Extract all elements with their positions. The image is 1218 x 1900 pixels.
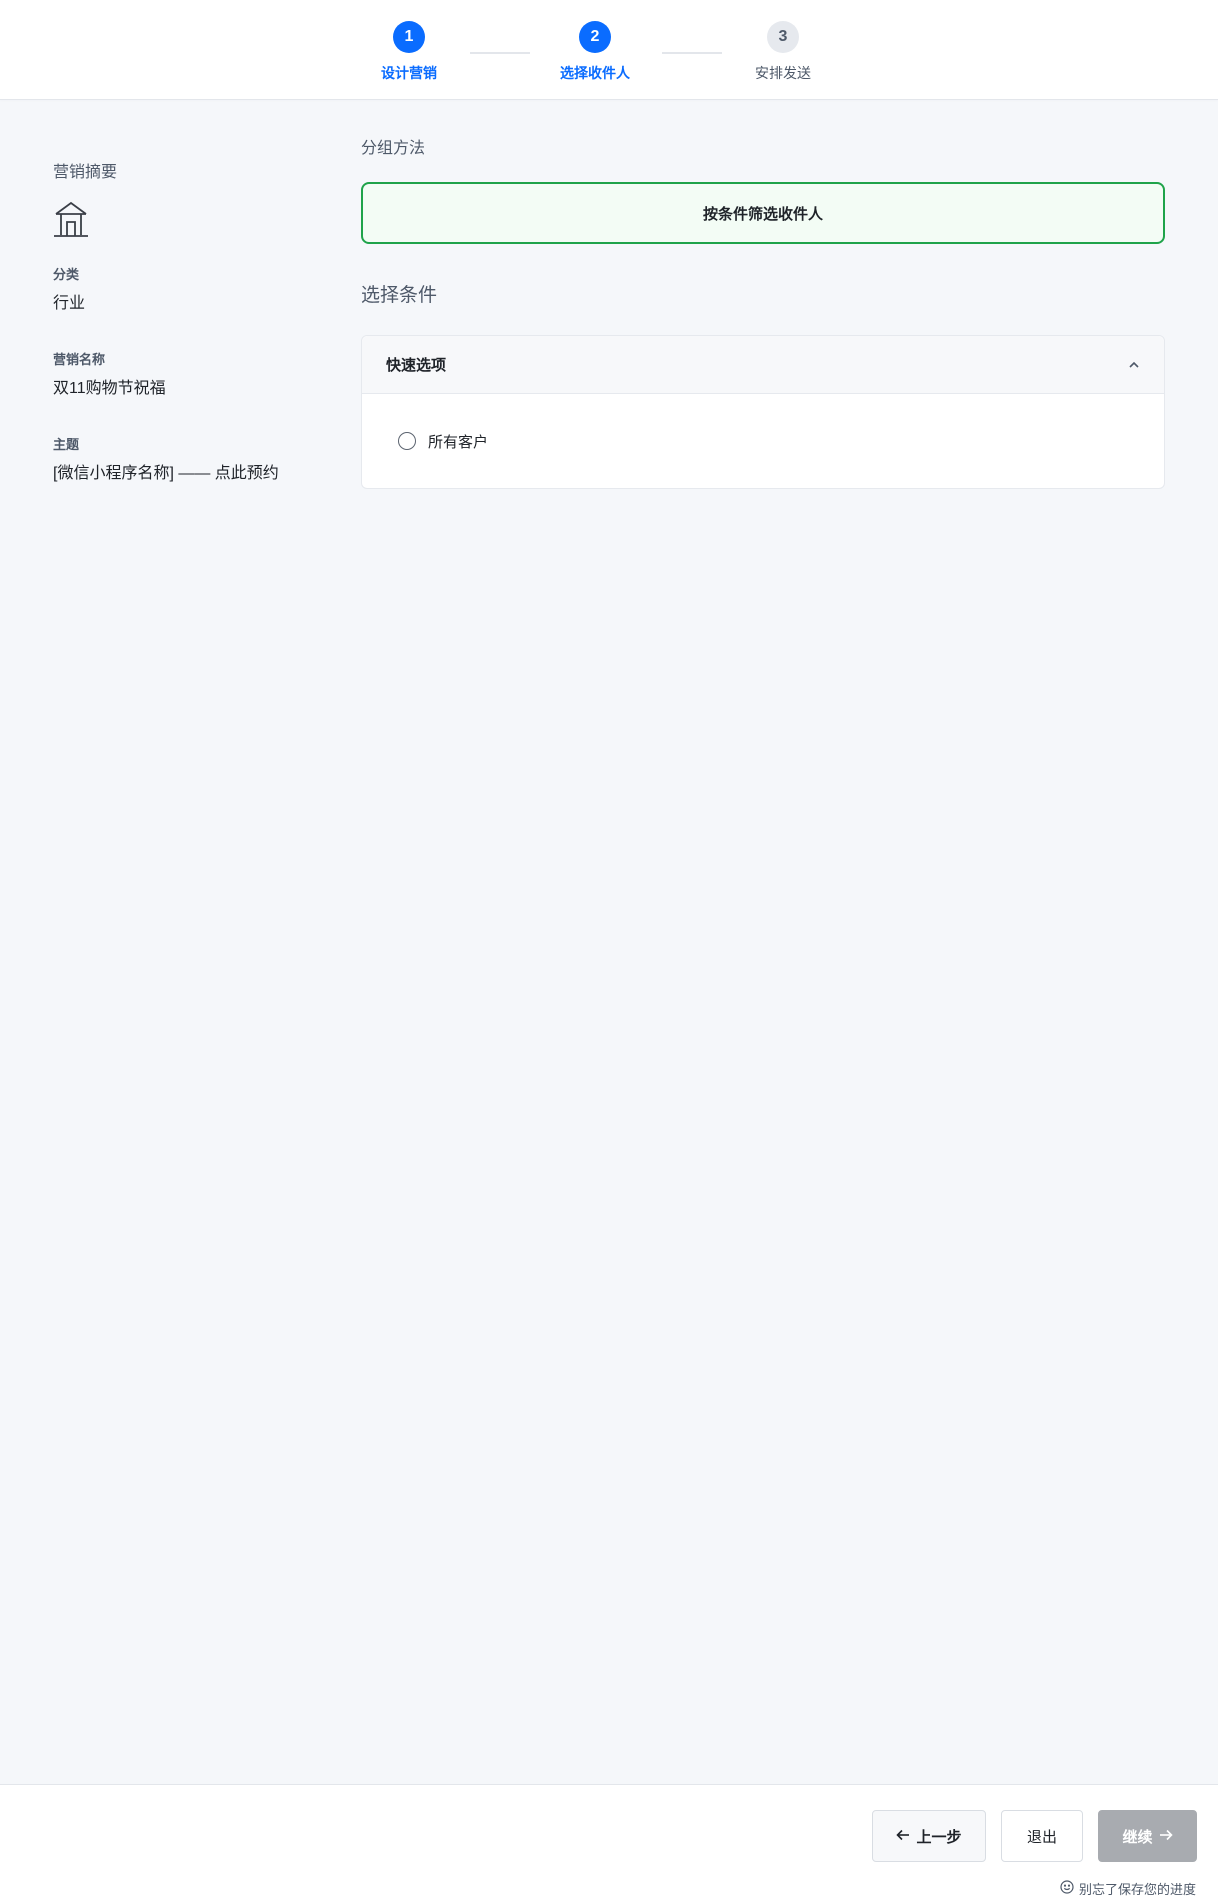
quick-options-header[interactable]: 快速选项 <box>362 336 1164 394</box>
step-label: 安排发送 <box>755 65 811 81</box>
save-hint-text: 别忘了保存您的进度 <box>1078 1882 1196 1897</box>
campaign-name-field: 营销名称 双11购物节祝福 <box>53 349 313 398</box>
subject-value: [微信小程序名称] —— 点此预约 <box>53 465 279 482</box>
footer-bar: 上一步 退出 继续 别忘了保存您的进度 <box>0 1784 1218 1900</box>
quick-options-title: 快速选项 <box>386 357 447 374</box>
step-label: 设计营销 <box>381 65 437 81</box>
continue-button[interactable]: 继续 <box>1098 1810 1197 1862</box>
chevron-up-icon[interactable] <box>1128 356 1140 374</box>
building-icon <box>53 200 89 240</box>
arrow-right-icon <box>1159 1828 1173 1845</box>
step-number: 1 <box>393 21 425 53</box>
step-recipients[interactable]: 2 选择收件人 <box>535 21 655 83</box>
step-connector <box>470 52 530 54</box>
quick-options-panel: 快速选项 所有客户 <box>361 335 1165 489</box>
quick-options-body: 所有客户 <box>362 394 1164 488</box>
step-label: 选择收件人 <box>560 65 630 81</box>
step-schedule[interactable]: 3 安排发送 <box>723 21 843 83</box>
arrow-left-icon <box>896 1828 910 1845</box>
step-connector <box>662 52 722 54</box>
summary-title: 营销摘要 <box>53 164 118 181</box>
previous-button[interactable]: 上一步 <box>872 1810 986 1862</box>
smiley-icon <box>1060 1880 1074 1897</box>
subject-field: 主题 [微信小程序名称] —— 点此预约 <box>53 434 313 483</box>
stepper-bar: 1 设计营销 2 选择收件人 3 安排发送 <box>0 0 1218 100</box>
campaign-summary: 营销摘要 分类 行业 营销名称 双11购物节祝福 主题 [微信小程序名称] ——… <box>53 158 313 483</box>
radio-label: 所有客户 <box>428 433 489 451</box>
category-field: 分类 行业 <box>53 264 313 313</box>
filter-by-condition-option[interactable]: 按条件筛选收件人 <box>361 182 1165 244</box>
subject-label: 主题 <box>53 437 80 452</box>
campaign-name-label: 营销名称 <box>53 352 106 367</box>
category-label: 分类 <box>53 267 80 282</box>
exit-label: 退出 <box>1026 1828 1057 1846</box>
exit-button[interactable]: 退出 <box>1001 1810 1083 1862</box>
all-customers-option[interactable]: 所有客户 <box>398 431 488 452</box>
step-number: 3 <box>767 21 799 53</box>
group-method-label: 分组方法 <box>361 140 426 157</box>
recipients-form: 分组方法 按条件筛选收件人 选择条件 快速选项 所有客户 <box>361 134 1165 489</box>
radio-button[interactable] <box>398 432 416 450</box>
campaign-name-value: 双11购物节祝福 <box>53 380 166 397</box>
step-number: 2 <box>579 21 611 53</box>
previous-label: 上一步 <box>916 1828 962 1846</box>
category-value: 行业 <box>53 295 86 312</box>
save-hint: 别忘了保存您的进度 <box>1060 1879 1196 1898</box>
conditions-heading: 选择条件 <box>361 285 438 306</box>
step-design[interactable]: 1 设计营销 <box>349 21 469 83</box>
continue-label: 继续 <box>1122 1828 1153 1846</box>
